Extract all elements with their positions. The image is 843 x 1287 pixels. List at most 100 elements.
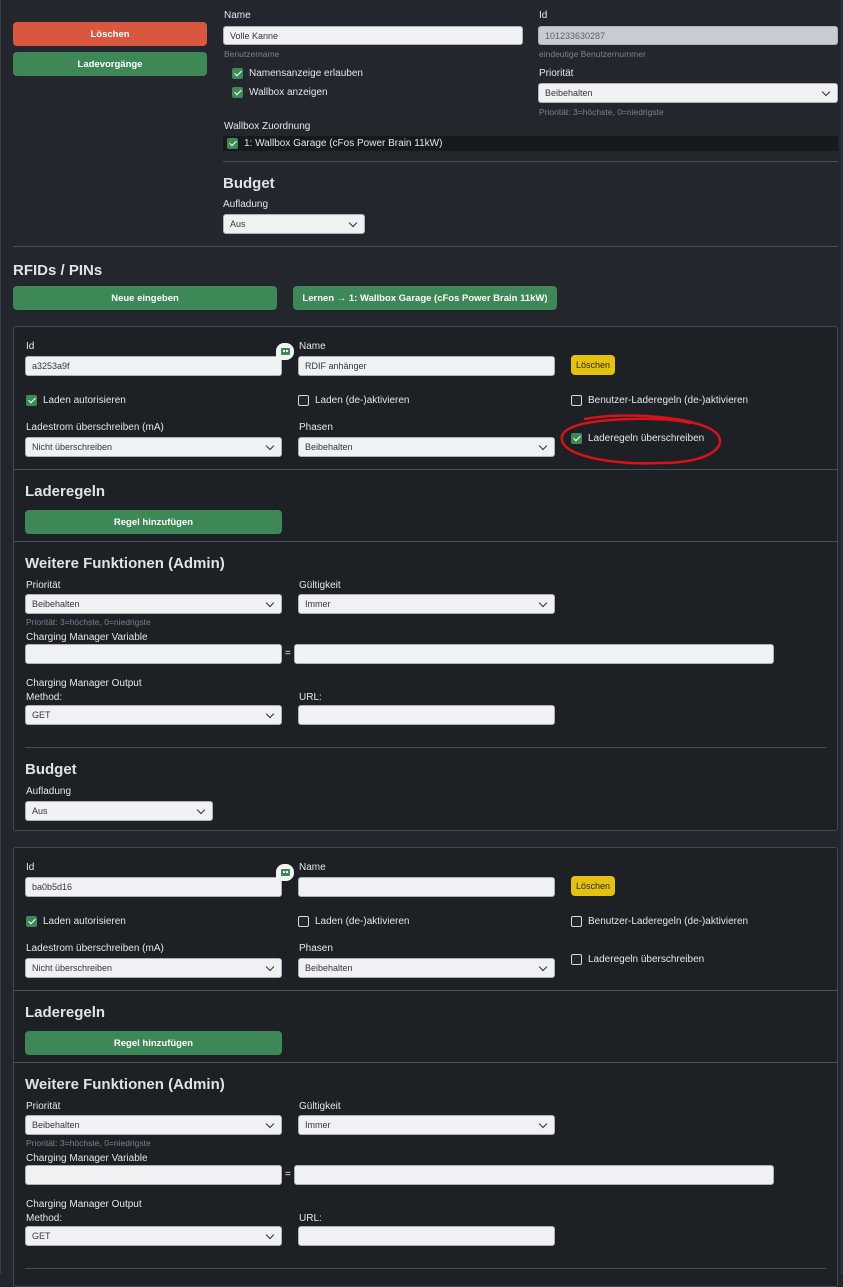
- current-select[interactable]: Nicht überschreiben: [25, 437, 282, 457]
- checkbox-unchecked-icon: [571, 954, 582, 965]
- name-label: Name: [224, 10, 251, 21]
- admin-title: Weitere Funktionen (Admin): [25, 1076, 225, 1093]
- authorize-checkbox[interactable]: Laden autorisieren: [26, 916, 126, 927]
- charging-sessions-button[interactable]: Ladevorgänge: [13, 52, 207, 76]
- prio-label: Priorität: [26, 580, 61, 591]
- wallbox-assign-label: Wallbox Zuordnung: [224, 121, 311, 132]
- rfid-card: Id ba0b5d16 Name Löschen Laden autorisie…: [13, 847, 838, 1287]
- chevron-down-icon: [265, 1230, 275, 1239]
- phases-value: Beibehalten: [305, 963, 353, 973]
- learn-rfid-button[interactable]: Lernen → 1: Wallbox Garage (cFos Power B…: [293, 286, 557, 310]
- priority-label: Priorität: [539, 68, 574, 79]
- card-budget-select[interactable]: Aus: [25, 801, 213, 821]
- chevron-down-icon: [538, 441, 548, 450]
- user-rules-checkbox[interactable]: Benutzer-Laderegeln (de-)aktivieren: [571, 395, 748, 406]
- rfid-id-input[interactable]: ba0b5d16: [25, 877, 282, 897]
- add-rule-button[interactable]: Regel hinzufügen: [25, 1031, 282, 1055]
- method-value: GET: [32, 1231, 51, 1241]
- rfid-name-label: Name: [299, 341, 326, 352]
- checkbox-unchecked-icon: [298, 916, 309, 927]
- prio-value: Beibehalten: [32, 599, 80, 609]
- rfid-id-input[interactable]: a3253a9f: [25, 356, 282, 376]
- validity-label: Gültigkeit: [299, 1101, 341, 1112]
- new-rfid-button[interactable]: Neue eingeben: [13, 286, 277, 310]
- budget-title: Budget: [223, 175, 275, 192]
- rfid-name-label: Name: [299, 862, 326, 873]
- rfid-delete-button[interactable]: Löschen: [571, 355, 615, 375]
- rules-title: Laderegeln: [25, 483, 106, 500]
- url-label: URL:: [299, 692, 322, 703]
- chevron-down-icon: [348, 218, 358, 227]
- show-wallbox-checkbox[interactable]: Wallbox anzeigen: [232, 87, 328, 98]
- id-label: Id: [539, 10, 548, 21]
- wallbox-assign-item[interactable]: 1: Wallbox Garage (cFos Power Brain 11kW…: [227, 138, 442, 149]
- checkbox-checked-icon: [232, 87, 243, 98]
- phases-select[interactable]: Beibehalten: [298, 958, 555, 978]
- admin-title: Weitere Funktionen (Admin): [25, 555, 225, 572]
- method-select[interactable]: GET: [25, 705, 282, 725]
- cm-variable-name-input[interactable]: [25, 644, 282, 664]
- card-budget-title: Budget: [25, 761, 77, 778]
- phases-label: Phasen: [299, 943, 333, 954]
- user-rules-checkbox[interactable]: Benutzer-Laderegeln (de-)aktivieren: [571, 916, 748, 927]
- cm-output-label: Charging Manager Output: [26, 1199, 142, 1210]
- rfid-tag-icon: [276, 343, 294, 360]
- checkbox-unchecked-icon: [571, 395, 582, 406]
- checkbox-unchecked-icon: [571, 916, 582, 927]
- url-label: URL:: [299, 1213, 322, 1224]
- override-rules-checkbox[interactable]: Laderegeln überschreiben: [571, 954, 704, 965]
- rfid-name-input[interactable]: [298, 877, 555, 897]
- chevron-down-icon: [265, 709, 275, 718]
- divider: [25, 747, 826, 748]
- add-rule-button[interactable]: Regel hinzufügen: [25, 510, 282, 534]
- priority-value: Beibehalten: [545, 88, 593, 98]
- current-label: Ladestrom überschreiben (mA): [26, 422, 164, 433]
- method-value: GET: [32, 710, 51, 720]
- priority-hint: Priorität: 3=höchste, 0=niedrigste: [539, 107, 664, 117]
- budget-charge-select[interactable]: Aus: [223, 214, 365, 234]
- checkbox-checked-icon: [26, 395, 37, 406]
- prio-select[interactable]: Beibehalten: [25, 594, 282, 614]
- rfid-id-label: Id: [26, 341, 35, 352]
- priority-select[interactable]: Beibehalten: [538, 83, 838, 103]
- authorize-label: Laden autorisieren: [43, 395, 126, 406]
- validity-label: Gültigkeit: [299, 580, 341, 591]
- cm-variable-value-input[interactable]: [294, 1165, 774, 1185]
- budget-charge-value: Aus: [230, 219, 246, 229]
- chevron-down-icon: [538, 962, 548, 971]
- current-select[interactable]: Nicht überschreiben: [25, 958, 282, 978]
- show-name-checkbox[interactable]: Namensanzeige erlauben: [232, 68, 363, 79]
- equals-sign: =: [285, 648, 291, 659]
- method-select[interactable]: GET: [25, 1226, 282, 1246]
- rfid-name-input[interactable]: RDIF anhänger: [298, 356, 555, 376]
- cm-variable-name-input[interactable]: [25, 1165, 282, 1185]
- authorize-checkbox[interactable]: Laden autorisieren: [26, 395, 126, 406]
- card-budget-value: Aus: [32, 806, 48, 816]
- url-input[interactable]: [298, 705, 555, 725]
- method-label: Method:: [26, 1213, 63, 1224]
- activate-checkbox[interactable]: Laden (de-)aktivieren: [298, 395, 410, 406]
- checkbox-checked-icon: [26, 916, 37, 927]
- rfid-delete-button[interactable]: Löschen: [571, 876, 615, 896]
- top-frame: [0, 0, 843, 6]
- activate-label: Laden (de-)aktivieren: [315, 395, 410, 406]
- activate-checkbox[interactable]: Laden (de-)aktivieren: [298, 916, 410, 927]
- validity-select[interactable]: Immer: [298, 594, 555, 614]
- validity-select[interactable]: Immer: [298, 1115, 555, 1135]
- validity-value: Immer: [305, 1120, 331, 1130]
- phases-select[interactable]: Beibehalten: [298, 437, 555, 457]
- chevron-down-icon: [538, 1119, 548, 1128]
- checkbox-unchecked-icon: [298, 395, 309, 406]
- url-input[interactable]: [298, 1226, 555, 1246]
- prio-value: Beibehalten: [32, 1120, 80, 1130]
- right-border: [841, 0, 842, 1274]
- prio-hint: Priorität: 3=höchste, 0=niedrigste: [26, 1138, 151, 1148]
- name-input[interactable]: Volle Kanne: [223, 26, 523, 45]
- cm-variable-value-input[interactable]: [294, 644, 774, 664]
- id-hint: eindeutige Benutzernummer: [539, 49, 646, 59]
- prio-select[interactable]: Beibehalten: [25, 1115, 282, 1135]
- cm-output-label: Charging Manager Output: [26, 678, 142, 689]
- delete-user-button[interactable]: Löschen: [13, 22, 207, 46]
- equals-sign: =: [285, 1169, 291, 1180]
- checkbox-checked-icon: [227, 138, 238, 149]
